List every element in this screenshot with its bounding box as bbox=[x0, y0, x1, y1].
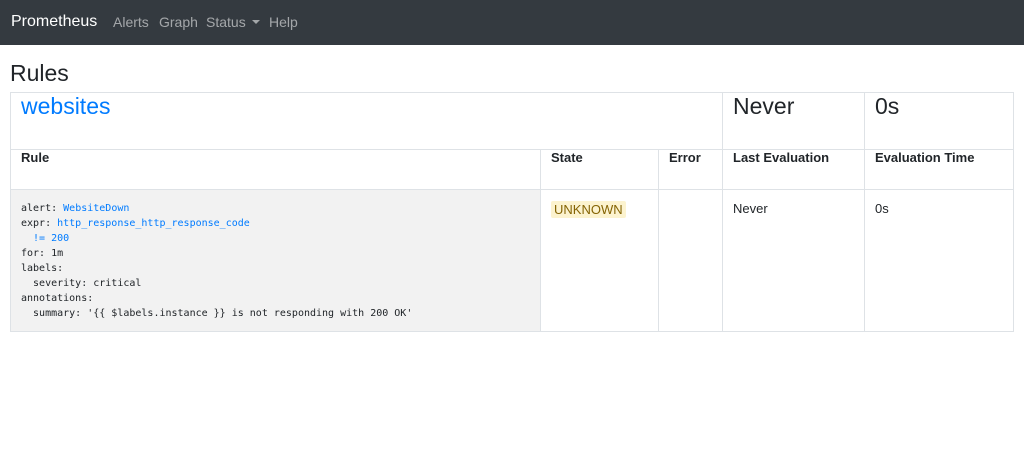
rule-for: for: 1m bbox=[21, 248, 64, 259]
rule-error-cell bbox=[658, 189, 723, 332]
rule-definition-cell: alert: WebsiteDown expr: http_response_h… bbox=[10, 189, 541, 332]
rule-alert-link[interactable]: WebsiteDown bbox=[63, 203, 129, 214]
header-rule: Rule bbox=[10, 149, 541, 190]
rule-expr-line2: != 200 bbox=[21, 233, 70, 244]
rules-table: websites Never 0s Rule State Error Last … bbox=[10, 92, 1014, 332]
group-row: websites Never 0s bbox=[10, 92, 1014, 150]
rule-definition: alert: WebsiteDown expr: http_response_h… bbox=[21, 201, 530, 321]
rule-severity: severity: critical bbox=[21, 278, 142, 289]
rule-last-evaluation: Never bbox=[733, 201, 768, 216]
header-state: State bbox=[540, 149, 659, 190]
group-name-link[interactable]: websites bbox=[21, 93, 110, 119]
nav-help[interactable]: Help bbox=[269, 14, 298, 31]
group-evaluation-time: 0s bbox=[864, 92, 1014, 150]
header-error: Error bbox=[658, 149, 723, 190]
rule-alert-key: alert: bbox=[21, 203, 64, 214]
header-last-evaluation: Last Evaluation bbox=[722, 149, 865, 190]
nav-alerts[interactable]: Alerts bbox=[113, 14, 149, 31]
state-badge: UNKNOWN bbox=[551, 201, 626, 218]
nav-status-dropdown[interactable]: Status bbox=[206, 14, 260, 31]
rule-expr-line1: http_response_http_response_code bbox=[57, 218, 250, 229]
rule-last-evaluation-cell: Never bbox=[722, 189, 865, 332]
rule-evaluation-time-cell: 0s bbox=[864, 189, 1014, 332]
rule-labels: labels: bbox=[21, 263, 64, 274]
nav-status-label: Status bbox=[206, 14, 246, 30]
brand-link[interactable]: Prometheus bbox=[11, 12, 97, 32]
rule-evaluation-time: 0s bbox=[875, 201, 889, 216]
rule-summary: summary: '{{ $labels.instance }} is not … bbox=[21, 308, 413, 319]
nav-graph[interactable]: Graph bbox=[159, 14, 198, 31]
page-title: Rules bbox=[10, 60, 69, 86]
group-last-evaluation: Never bbox=[722, 92, 865, 150]
rule-state-cell: UNKNOWN bbox=[540, 189, 659, 332]
header-evaluation-time: Evaluation Time bbox=[864, 149, 1014, 190]
rule-annotations: annotations: bbox=[21, 293, 94, 304]
top-navbar: Prometheus Alerts Graph Status Help bbox=[0, 0, 1024, 45]
caret-down-icon bbox=[251, 20, 260, 25]
group-name-cell: websites bbox=[10, 92, 723, 150]
table-header-row: Rule State Error Last Evaluation Evaluat… bbox=[10, 149, 1014, 190]
rule-expr-key: expr: bbox=[21, 218, 58, 229]
table-row: alert: WebsiteDown expr: http_response_h… bbox=[10, 189, 1014, 332]
